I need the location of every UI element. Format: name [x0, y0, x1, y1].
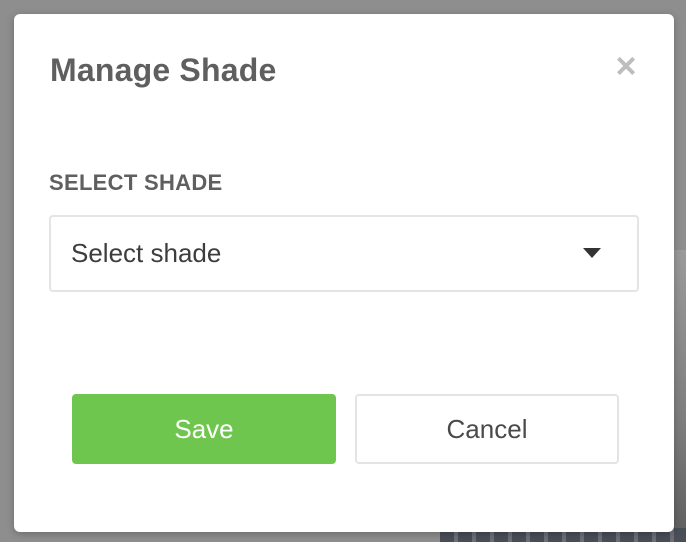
save-button[interactable]: Save — [72, 394, 336, 464]
shade-select[interactable]: Select shade — [49, 215, 639, 292]
cancel-button[interactable]: Cancel — [355, 394, 619, 464]
modal-title: Manage Shade — [50, 52, 277, 88]
select-shade-label: SELECT SHADE — [49, 170, 223, 195]
caret-down-icon — [583, 248, 601, 258]
manage-shade-modal: Manage Shade × SELECT SHADE Select shade… — [14, 14, 674, 532]
close-icon[interactable]: × — [612, 48, 640, 84]
shade-select-value: Select shade — [71, 238, 222, 268]
